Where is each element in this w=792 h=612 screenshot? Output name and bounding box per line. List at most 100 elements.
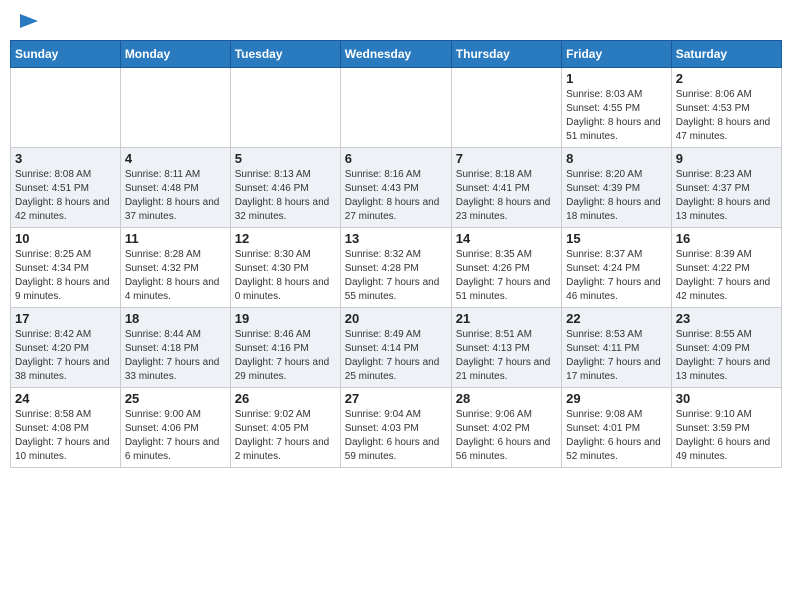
calendar-cell: 19 Sunrise: 8:46 AM Sunset: 4:16 PM Dayli…	[230, 308, 340, 388]
calendar-cell	[11, 68, 121, 148]
day-info: Sunrise: 8:03 AM Sunset: 4:55 PM Dayligh…	[566, 88, 667, 144]
day-info: Sunrise: 9:02 AM Sunset: 4:05 PM Dayligh…	[235, 408, 336, 464]
calendar-cell: 10 Sunrise: 8:25 AM Sunset: 4:34 PM Dayli…	[11, 228, 121, 308]
day-number: 5	[235, 151, 336, 166]
day-info: Sunrise: 8:53 AM Sunset: 4:11 PM Dayligh…	[566, 328, 667, 384]
day-number: 25	[125, 391, 226, 406]
day-number: 24	[15, 391, 116, 406]
day-number: 4	[125, 151, 226, 166]
calendar-cell: 12 Sunrise: 8:30 AM Sunset: 4:30 PM Dayli…	[230, 228, 340, 308]
calendar-cell: 16 Sunrise: 8:39 AM Sunset: 4:22 PM Dayli…	[671, 228, 781, 308]
calendar-cell: 17 Sunrise: 8:42 AM Sunset: 4:20 PM Dayli…	[11, 308, 121, 388]
calendar-cell: 13 Sunrise: 8:32 AM Sunset: 4:28 PM Dayli…	[340, 228, 451, 308]
day-info: Sunrise: 8:16 AM Sunset: 4:43 PM Dayligh…	[345, 168, 447, 224]
calendar-cell: 2 Sunrise: 8:06 AM Sunset: 4:53 PM Daylig…	[671, 68, 781, 148]
day-info: Sunrise: 8:49 AM Sunset: 4:14 PM Dayligh…	[345, 328, 447, 384]
calendar-cell: 18 Sunrise: 8:44 AM Sunset: 4:18 PM Dayli…	[120, 308, 230, 388]
day-number: 23	[676, 311, 777, 326]
day-number: 21	[456, 311, 557, 326]
day-info: Sunrise: 8:30 AM Sunset: 4:30 PM Dayligh…	[235, 248, 336, 304]
day-info: Sunrise: 8:46 AM Sunset: 4:16 PM Dayligh…	[235, 328, 336, 384]
day-number: 19	[235, 311, 336, 326]
calendar-cell: 30Sunrise: 9:10 AM Sunset: 3:59 PM Dayli…	[671, 388, 781, 468]
logo-icon	[18, 10, 40, 32]
calendar-cell: 8 Sunrise: 8:20 AM Sunset: 4:39 PM Daylig…	[562, 148, 672, 228]
day-info: Sunrise: 8:06 AM Sunset: 4:53 PM Dayligh…	[676, 88, 777, 144]
calendar-cell: 20 Sunrise: 8:49 AM Sunset: 4:14 PM Dayli…	[340, 308, 451, 388]
weekday-header-friday: Friday	[562, 41, 672, 68]
weekday-header-monday: Monday	[120, 41, 230, 68]
day-info: Sunrise: 8:55 AM Sunset: 4:09 PM Dayligh…	[676, 328, 777, 384]
calendar-cell	[230, 68, 340, 148]
calendar-cell: 3 Sunrise: 8:08 AM Sunset: 4:51 PM Daylig…	[11, 148, 121, 228]
calendar-cell	[340, 68, 451, 148]
day-number: 13	[345, 231, 447, 246]
page-header	[10, 10, 782, 32]
day-info: Sunrise: 8:42 AM Sunset: 4:20 PM Dayligh…	[15, 328, 116, 384]
weekday-header-saturday: Saturday	[671, 41, 781, 68]
calendar-cell: 21 Sunrise: 8:51 AM Sunset: 4:13 PM Dayli…	[451, 308, 561, 388]
calendar-cell: 28Sunrise: 9:06 AM Sunset: 4:02 PM Dayli…	[451, 388, 561, 468]
day-info: Sunrise: 9:08 AM Sunset: 4:01 PM Dayligh…	[566, 408, 667, 464]
day-number: 26	[235, 391, 336, 406]
day-number: 16	[676, 231, 777, 246]
day-info: Sunrise: 9:04 AM Sunset: 4:03 PM Dayligh…	[345, 408, 447, 464]
logo	[14, 10, 40, 32]
day-number: 29	[566, 391, 667, 406]
day-info: Sunrise: 8:32 AM Sunset: 4:28 PM Dayligh…	[345, 248, 447, 304]
calendar-table: SundayMondayTuesdayWednesdayThursdayFrid…	[10, 40, 782, 468]
day-info: Sunrise: 8:25 AM Sunset: 4:34 PM Dayligh…	[15, 248, 116, 304]
day-info: Sunrise: 8:20 AM Sunset: 4:39 PM Dayligh…	[566, 168, 667, 224]
weekday-header-row: SundayMondayTuesdayWednesdayThursdayFrid…	[11, 41, 782, 68]
calendar-cell: 14Sunrise: 8:35 AM Sunset: 4:26 PM Dayli…	[451, 228, 561, 308]
day-info: Sunrise: 9:00 AM Sunset: 4:06 PM Dayligh…	[125, 408, 226, 464]
day-info: Sunrise: 8:37 AM Sunset: 4:24 PM Dayligh…	[566, 248, 667, 304]
day-number: 27	[345, 391, 447, 406]
day-number: 9	[676, 151, 777, 166]
day-info: Sunrise: 8:39 AM Sunset: 4:22 PM Dayligh…	[676, 248, 777, 304]
day-number: 3	[15, 151, 116, 166]
weekday-header-wednesday: Wednesday	[340, 41, 451, 68]
calendar-week-row: 24 Sunrise: 8:58 AM Sunset: 4:08 PM Dayli…	[11, 388, 782, 468]
calendar-cell: 6 Sunrise: 8:16 AM Sunset: 4:43 PM Daylig…	[340, 148, 451, 228]
day-number: 2	[676, 71, 777, 86]
day-number: 20	[345, 311, 447, 326]
day-number: 6	[345, 151, 447, 166]
day-info: Sunrise: 9:06 AM Sunset: 4:02 PM Dayligh…	[456, 408, 557, 464]
calendar-cell: 29 Sunrise: 9:08 AM Sunset: 4:01 PM Dayli…	[562, 388, 672, 468]
day-info: Sunrise: 8:28 AM Sunset: 4:32 PM Dayligh…	[125, 248, 226, 304]
calendar-cell: 1 Sunrise: 8:03 AM Sunset: 4:55 PM Daylig…	[562, 68, 672, 148]
day-number: 15	[566, 231, 667, 246]
day-info: Sunrise: 8:58 AM Sunset: 4:08 PM Dayligh…	[15, 408, 116, 464]
calendar-cell: 23 Sunrise: 8:55 AM Sunset: 4:09 PM Dayli…	[671, 308, 781, 388]
weekday-header-thursday: Thursday	[451, 41, 561, 68]
day-info: Sunrise: 8:08 AM Sunset: 4:51 PM Dayligh…	[15, 168, 116, 224]
calendar-week-row: 17 Sunrise: 8:42 AM Sunset: 4:20 PM Dayli…	[11, 308, 782, 388]
calendar-cell: 24 Sunrise: 8:58 AM Sunset: 4:08 PM Dayli…	[11, 388, 121, 468]
calendar-week-row: 1 Sunrise: 8:03 AM Sunset: 4:55 PM Daylig…	[11, 68, 782, 148]
day-number: 18	[125, 311, 226, 326]
day-number: 8	[566, 151, 667, 166]
day-info: Sunrise: 8:44 AM Sunset: 4:18 PM Dayligh…	[125, 328, 226, 384]
weekday-header-tuesday: Tuesday	[230, 41, 340, 68]
day-number: 22	[566, 311, 667, 326]
day-info: Sunrise: 8:35 AM Sunset: 4:26 PM Dayligh…	[456, 248, 557, 304]
day-number: 10	[15, 231, 116, 246]
calendar-cell: 11Sunrise: 8:28 AM Sunset: 4:32 PM Dayli…	[120, 228, 230, 308]
day-number: 30	[676, 391, 777, 406]
day-info: Sunrise: 8:18 AM Sunset: 4:41 PM Dayligh…	[456, 168, 557, 224]
calendar-cell: 5 Sunrise: 8:13 AM Sunset: 4:46 PM Daylig…	[230, 148, 340, 228]
day-info: Sunrise: 8:13 AM Sunset: 4:46 PM Dayligh…	[235, 168, 336, 224]
calendar-week-row: 3 Sunrise: 8:08 AM Sunset: 4:51 PM Daylig…	[11, 148, 782, 228]
weekday-header-sunday: Sunday	[11, 41, 121, 68]
calendar-cell: 9Sunrise: 8:23 AM Sunset: 4:37 PM Daylig…	[671, 148, 781, 228]
day-number: 17	[15, 311, 116, 326]
calendar-cell: 25 Sunrise: 9:00 AM Sunset: 4:06 PM Dayli…	[120, 388, 230, 468]
day-number: 12	[235, 231, 336, 246]
day-info: Sunrise: 8:51 AM Sunset: 4:13 PM Dayligh…	[456, 328, 557, 384]
calendar-cell: 4 Sunrise: 8:11 AM Sunset: 4:48 PM Daylig…	[120, 148, 230, 228]
calendar-cell: 7Sunrise: 8:18 AM Sunset: 4:41 PM Daylig…	[451, 148, 561, 228]
day-number: 1	[566, 71, 667, 86]
calendar-cell: 27 Sunrise: 9:04 AM Sunset: 4:03 PM Dayli…	[340, 388, 451, 468]
day-info: Sunrise: 8:11 AM Sunset: 4:48 PM Dayligh…	[125, 168, 226, 224]
